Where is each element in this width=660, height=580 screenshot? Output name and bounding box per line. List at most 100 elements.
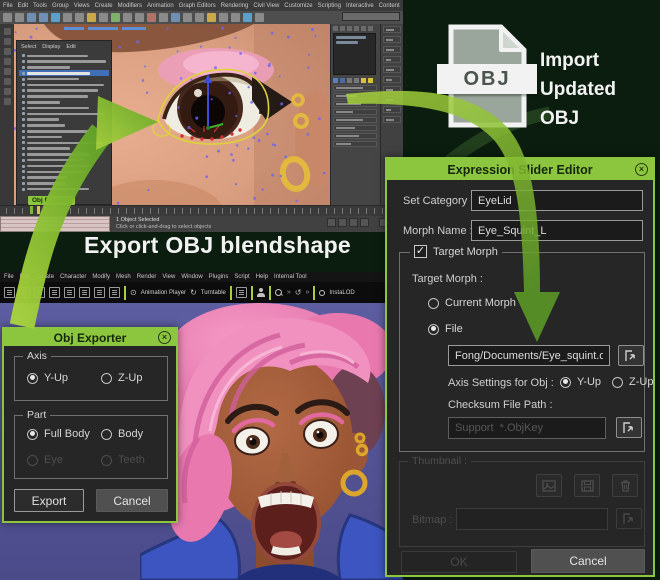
file-radio[interactable] <box>428 324 439 335</box>
animation-player-label[interactable]: Animation Player <box>141 290 186 296</box>
max-toolbar-icon[interactable] <box>123 13 132 22</box>
max-menu-item[interactable]: Views <box>74 3 90 9</box>
undo-icon[interactable]: ↺ <box>295 289 302 297</box>
zup-radio[interactable] <box>101 373 112 384</box>
expression-editor-titlebar[interactable]: Expression Slider Editor <box>387 159 653 180</box>
obj-exporter-titlebar[interactable]: Obj Exporter <box>4 329 176 346</box>
export-fbx-icon[interactable] <box>94 287 105 298</box>
max-toolbar-icon[interactable] <box>135 13 144 22</box>
max-toolbar-icon[interactable] <box>171 13 180 22</box>
full-body-radio[interactable] <box>27 429 38 440</box>
obj-yup-radio[interactable] <box>560 377 571 388</box>
import-icon[interactable] <box>49 287 60 298</box>
command-panel[interactable] <box>330 24 379 205</box>
max-menu-item[interactable]: Content <box>379 3 400 9</box>
export-obj-icon[interactable] <box>79 287 90 298</box>
workspace-dropdown[interactable] <box>342 12 400 21</box>
explorer-tab[interactable]: Display <box>42 44 60 50</box>
magnifier-icon[interactable] <box>275 289 283 297</box>
cc-menu-item[interactable]: Internal Tool <box>274 274 307 280</box>
max-toolbar-icon[interactable] <box>159 13 168 22</box>
scene-explorer-row[interactable] <box>19 186 109 192</box>
cc-menu-item[interactable]: Edit <box>20 274 30 280</box>
max-toolbar-icon[interactable] <box>219 13 228 22</box>
modifier-stack[interactable] <box>333 33 376 75</box>
max-toolbar-icon[interactable] <box>243 13 252 22</box>
max-toolbar-icon[interactable] <box>207 13 216 22</box>
scene-explorer-list[interactable] <box>19 53 109 192</box>
max-menu-item[interactable]: Civil View <box>253 3 279 9</box>
max-toolbar-icon[interactable] <box>195 13 204 22</box>
expand-chevron[interactable]: » <box>306 289 310 296</box>
checksum-browse-button[interactable] <box>616 417 642 438</box>
max-toolbar-icon[interactable] <box>39 13 48 22</box>
cc-menu-item[interactable]: File <box>4 274 14 280</box>
max-menu-item[interactable]: Animation <box>147 3 174 9</box>
max-toolbar-icon[interactable] <box>183 13 192 22</box>
image-export-icon[interactable] <box>109 287 120 298</box>
cc-menu-item[interactable]: Help <box>256 274 268 280</box>
cancel-button[interactable]: Cancel <box>531 549 645 573</box>
max-toolbar-icon[interactable] <box>75 13 84 22</box>
current-morph-radio[interactable] <box>428 298 439 309</box>
cc-menu-item[interactable]: Mesh <box>116 274 131 280</box>
checksum-input[interactable] <box>448 417 606 439</box>
open-icon[interactable] <box>19 287 30 298</box>
body-radio[interactable] <box>101 429 112 440</box>
morph-name-input[interactable] <box>471 220 643 241</box>
cc-menu-item[interactable]: Create <box>36 274 54 280</box>
export-button[interactable]: Export <box>14 489 84 512</box>
max-menu-item[interactable]: Create <box>95 3 113 9</box>
max-toolbar-icon[interactable] <box>231 13 240 22</box>
explorer-tab[interactable]: Select <box>21 44 36 50</box>
max-toolbar-icon[interactable] <box>255 13 264 22</box>
cc-menu-item[interactable]: Window <box>181 274 202 280</box>
instalod-label[interactable]: InstaLOD <box>329 290 354 296</box>
cc-menu-item[interactable]: Render <box>137 274 157 280</box>
file-path-input[interactable] <box>448 345 610 366</box>
cc-menu-item[interactable]: Plugins <box>209 274 229 280</box>
max-menu-item[interactable]: Graph Editors <box>179 3 216 9</box>
max-menu-item[interactable]: Rendering <box>221 3 249 9</box>
max-menu-item[interactable]: Modifiers <box>118 3 142 9</box>
substance-icon[interactable] <box>236 287 247 298</box>
cc-toolbar[interactable]: ⊙ Animation Player ↻ Turntable » ↺ » Ins… <box>0 282 403 303</box>
max-toolbar-icon[interactable] <box>63 13 72 22</box>
cancel-button[interactable]: Cancel <box>96 489 168 512</box>
close-icon[interactable] <box>158 331 171 344</box>
explorer-tab[interactable]: Edit <box>66 44 75 50</box>
save-icon[interactable] <box>34 287 45 298</box>
explorer-icon-strip[interactable] <box>0 24 14 205</box>
max-toolbar-icon[interactable] <box>99 13 108 22</box>
new-icon[interactable] <box>4 287 15 298</box>
turntable-label[interactable]: Turntable <box>201 290 226 296</box>
target-morph-checkbox[interactable] <box>414 245 427 258</box>
cc-menu-item[interactable]: Character <box>60 274 86 280</box>
yup-radio[interactable] <box>27 373 38 384</box>
character-icon[interactable] <box>257 288 265 297</box>
max-menu-item[interactable]: Group <box>52 3 69 9</box>
max-menu-item[interactable]: Tools <box>33 3 47 9</box>
maxscript-mini-listener[interactable] <box>0 216 110 232</box>
max-toolbar-icon[interactable] <box>87 13 96 22</box>
max-menu-item[interactable]: Scripting <box>318 3 341 9</box>
cc-menu-item[interactable]: View <box>162 274 175 280</box>
set-category-input[interactable] <box>471 190 643 211</box>
max-menu-item[interactable]: Interactive <box>346 3 374 9</box>
cc-menu-item[interactable]: Script <box>234 274 249 280</box>
command-panel-tabs[interactable] <box>333 26 377 31</box>
max-menu-item[interactable]: Edit <box>18 3 28 9</box>
max-toolbar-icon[interactable] <box>51 13 60 22</box>
max-menu-item[interactable]: File <box>3 3 13 9</box>
max-menu-item[interactable]: Customize <box>284 3 312 9</box>
file-browse-button[interactable] <box>618 345 644 366</box>
max-toolbar-icon[interactable] <box>147 13 156 22</box>
cc-menu-item[interactable]: Modify <box>92 274 110 280</box>
subobject-icons[interactable] <box>333 78 377 83</box>
expand-chevron[interactable]: » <box>287 289 291 296</box>
export-icon[interactable] <box>64 287 75 298</box>
max-toolbar-icon[interactable] <box>111 13 120 22</box>
max-toolbar-icon[interactable] <box>27 13 36 22</box>
obj-zup-radio[interactable] <box>612 377 623 388</box>
max-toolbar-icon[interactable] <box>15 13 24 22</box>
